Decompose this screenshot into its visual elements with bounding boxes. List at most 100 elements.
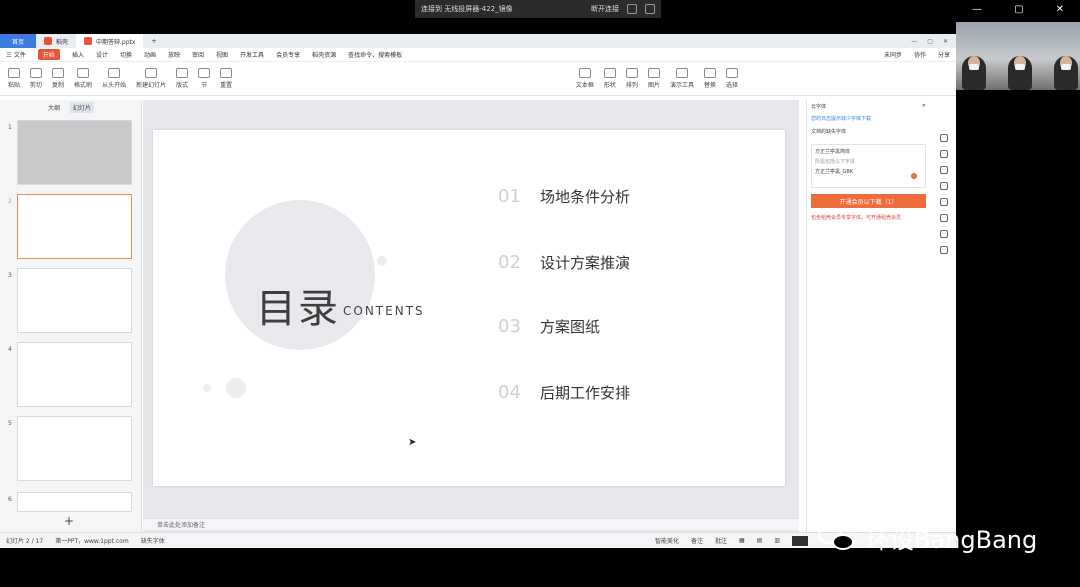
menu-item-design[interactable]: 设计 — [96, 50, 108, 59]
select-button[interactable]: 选择 — [725, 68, 738, 89]
slide-thumbnail[interactable] — [17, 120, 132, 185]
tab-outline[interactable]: 大纲 — [48, 103, 60, 112]
alert-icon — [911, 173, 917, 179]
slide-thumbnail[interactable] — [17, 342, 132, 407]
text-icon[interactable] — [940, 246, 948, 254]
menu-item-review[interactable]: 审阅 — [192, 50, 204, 59]
pin-icon[interactable] — [940, 166, 948, 174]
menu-item-slideshow[interactable]: 放映 — [168, 50, 180, 59]
comments-button[interactable]: 批注 — [715, 536, 727, 545]
reset-button[interactable]: 重置 — [220, 68, 232, 89]
missing-font-name: 方正兰亭黑_GBK — [815, 169, 854, 175]
decor-dot — [377, 256, 387, 266]
close-icon[interactable]: ✕ — [1056, 4, 1064, 15]
add-slide-button[interactable]: + — [64, 514, 74, 528]
minimize-icon[interactable]: — — [911, 38, 917, 45]
notes-button[interactable]: 备注 — [691, 536, 703, 545]
menu-item-view[interactable]: 视图 — [216, 50, 228, 59]
menu-item-member[interactable]: 会员专享 — [276, 50, 300, 59]
presentation-app: 首页 稻壳 中期答辩.pptx + — ▢ ✕ 三 文件 开始 插入 设计 切换… — [0, 34, 956, 548]
copy-button[interactable]: 复制 — [52, 68, 64, 89]
magic-icon[interactable] — [940, 134, 948, 142]
window-controls: — ▢ ✕ — [956, 0, 1080, 18]
paste-button[interactable]: 粘贴 — [8, 68, 20, 89]
missing-font-status[interactable]: 缺失字体 — [141, 536, 165, 545]
watermark: 环设BangBang — [818, 520, 1037, 555]
menu-item-transition[interactable]: 切换 — [120, 50, 132, 59]
layout-icon — [176, 68, 189, 78]
font-download-link[interactable]: 您的日志提示缺少字体下载 — [807, 112, 930, 125]
format-painter-button[interactable]: 格式刷 — [74, 68, 92, 89]
notes-input[interactable]: 单击此处添加备注 — [143, 518, 799, 530]
slide-thumbnail-selected[interactable] — [17, 194, 132, 259]
menu-item-developer[interactable]: 开发工具 — [240, 50, 264, 59]
help-icon[interactable] — [940, 198, 948, 206]
wechat-icon — [818, 524, 858, 552]
slide-thumbnail-panel: 大纲 幻灯片 1 2 3 4 5 6 + — [0, 100, 142, 532]
copy-icon[interactable] — [940, 182, 948, 190]
menu-item-resources[interactable]: 稻壳资源 — [312, 50, 336, 59]
sync-status[interactable]: 未同步 — [884, 50, 902, 59]
add-tab-button[interactable]: + — [143, 34, 164, 48]
beautify-button[interactable]: 智能美化 — [655, 536, 679, 545]
ppt-icon — [84, 37, 93, 45]
decor-dot — [226, 378, 246, 398]
replace-button[interactable]: 替换 — [703, 68, 716, 89]
maximize-icon[interactable]: ▢ — [927, 38, 933, 45]
side-toolbar — [934, 134, 954, 254]
new-slide-button[interactable]: 新建幻灯片 — [136, 68, 166, 89]
layout-button[interactable]: 版式 — [176, 68, 188, 89]
current-slide[interactable]: 目录 CONTENTS 01 场地条件分析 02 设计方案推演 03 方案图纸 … — [153, 130, 785, 486]
view-normal-icon[interactable]: ▦ — [739, 537, 745, 544]
scissors-icon — [30, 68, 43, 78]
slide-thumbnail[interactable] — [17, 416, 132, 481]
view-sorter-icon[interactable]: ▤ — [757, 537, 763, 544]
settings-icon[interactable] — [940, 150, 948, 158]
location-icon[interactable] — [940, 230, 948, 238]
member-warning: 包含稻壳会员专享字体，可开通稻壳会员 — [811, 215, 902, 221]
share-button[interactable]: 分享 — [938, 50, 950, 59]
minimize-icon[interactable]: — — [972, 4, 982, 15]
tab-home[interactable]: 首页 — [0, 34, 36, 48]
command-search[interactable]: 查找命令、搜索模板 — [348, 50, 402, 59]
template-source: 第一PPT，www.1ppt.com — [55, 538, 129, 545]
slide-thumbnail[interactable] — [17, 268, 132, 333]
slideshow-play-button[interactable] — [792, 535, 808, 546]
slide-thumbnail[interactable] — [17, 492, 132, 512]
collab-button[interactable]: 协作 — [914, 50, 926, 59]
menu-item-animation[interactable]: 动画 — [144, 50, 156, 59]
slide-counter: 幻灯片 2 / 17 — [6, 538, 44, 545]
shape-button[interactable]: 形状 — [603, 68, 616, 89]
textbox-button[interactable]: 文本框 — [576, 68, 594, 89]
font-hint: 所需包括以下字体 — [815, 159, 856, 165]
close-icon[interactable]: ✕ — [943, 38, 948, 45]
tab-slides[interactable]: 幻灯片 — [70, 101, 95, 113]
file-menu[interactable]: 三 文件 — [6, 50, 26, 59]
tab-template[interactable]: 稻壳 — [36, 34, 76, 48]
menu-item-start[interactable]: 开始 — [37, 49, 60, 60]
play-from-start-button[interactable]: 从头开始 — [102, 68, 126, 89]
presentation-tools-button[interactable]: 演示工具 — [670, 68, 694, 89]
pin-icon[interactable] — [645, 4, 655, 14]
decor-dot — [203, 384, 211, 392]
image-icon[interactable] — [940, 214, 948, 222]
view-reading-icon[interactable]: ▥ — [774, 537, 780, 544]
arrange-button[interactable]: 排列 — [625, 68, 638, 89]
download-fonts-button[interactable]: 开通会员以下载（1） — [811, 194, 926, 208]
disconnect-button[interactable]: 断开连接 — [591, 4, 619, 14]
missing-font-heading: 文档的缺失字体 — [811, 129, 847, 135]
picture-button[interactable]: 图片 — [647, 68, 660, 89]
mouse-cursor-icon: ➤ — [408, 437, 417, 448]
face-mask — [969, 64, 979, 70]
document-tab-bar: 首页 稻壳 中期答辩.pptx + — ▢ ✕ — [0, 34, 956, 48]
tab-document[interactable]: 中期答辩.pptx — [76, 34, 144, 48]
cut-button[interactable]: 剪切 — [30, 68, 42, 89]
face-mask — [1015, 64, 1025, 70]
reset-icon — [220, 68, 233, 78]
cursor-icon — [725, 68, 738, 78]
section-button[interactable]: 节 — [198, 68, 211, 89]
menu-item-insert[interactable]: 插入 — [72, 50, 84, 59]
record-icon[interactable] — [627, 4, 637, 14]
maximize-icon[interactable]: ▢ — [1014, 4, 1023, 15]
close-icon[interactable]: ✕ — [922, 103, 926, 109]
